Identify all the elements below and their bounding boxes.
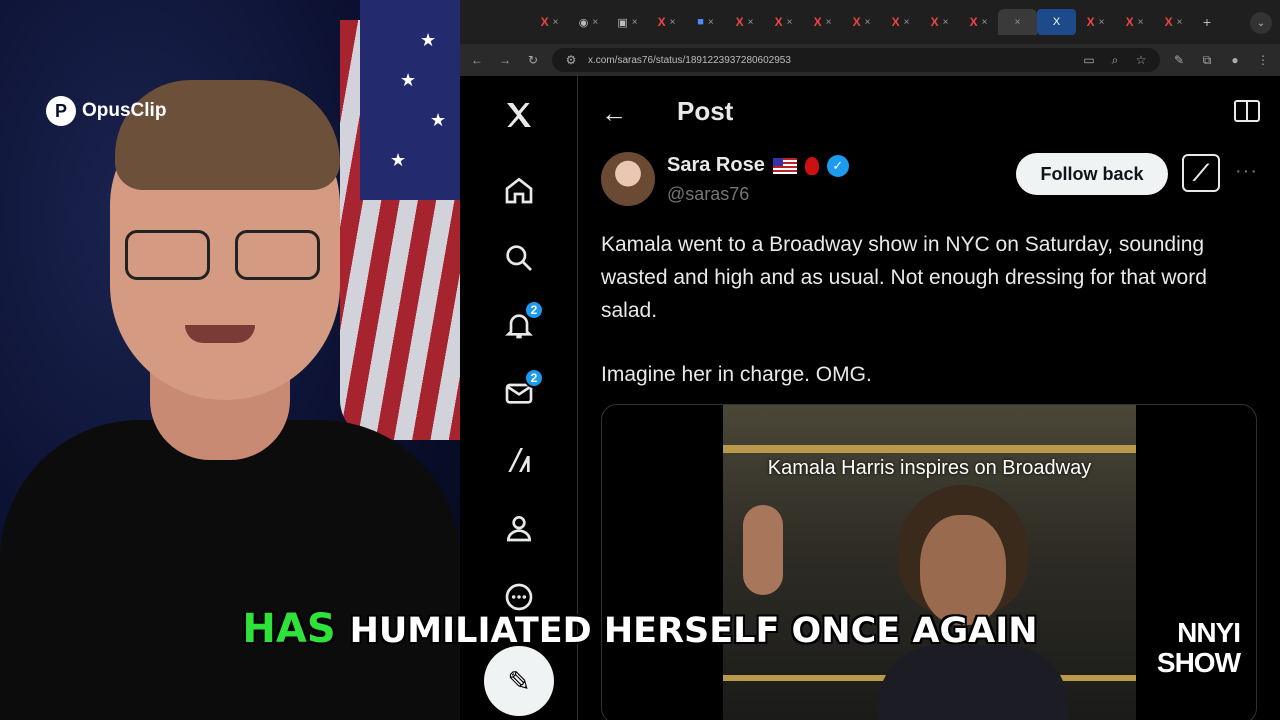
install-icon[interactable]: ▭ [1080,53,1098,67]
profile-person-icon[interactable] [500,509,538,547]
browser-tab[interactable]: ■ × [686,9,725,35]
url-text: x.com/saras76/status/1891223937280602953 [588,54,791,66]
follow-back-button[interactable]: Follow back [1016,153,1168,195]
post-text-paragraph: Imagine her in charge. OMG. [601,363,872,386]
caption-highlight: HAS [242,606,336,652]
extensions-puzzle-icon[interactable]: ⧉ [1198,53,1216,68]
browser-tab[interactable]: X × [959,9,998,35]
post-text-paragraph: Kamala went to a Broadway show in NYC on… [601,233,1207,322]
subtitle-caption: HAS HUMILIATED HERSELF ONCE AGAIN [0,606,1280,652]
tab-search-icon[interactable]: ⌄ [1250,12,1272,34]
browser-tab[interactable]: ▣ × [608,9,647,35]
author-name[interactable]: Sara Rose [667,154,765,177]
author-handle[interactable]: @saras76 [667,184,749,205]
more-options-button[interactable]: ··· [1235,160,1258,183]
video-caption: Kamala Harris inspires on Broadway [767,457,1092,479]
x-logo-icon[interactable] [500,96,538,134]
caption-text: HUMILIATED HERSELF ONCE AGAIN [349,611,1038,651]
verified-badge-icon: ✓ [826,154,849,177]
browser-tab[interactable]: X × [920,9,959,35]
author-name-row[interactable]: Sara Rose ✓ [667,154,849,177]
home-icon[interactable] [500,171,538,209]
browser-tab[interactable]: X × [530,9,569,35]
new-tab-button[interactable]: + [1193,14,1221,30]
grok-icon[interactable] [500,441,538,479]
grok-icon: ⟋ [1193,160,1209,185]
browser-tab[interactable]: X × [842,9,881,35]
address-bar[interactable]: ⚙ x.com/saras76/status/18912239372806029… [552,48,1160,72]
browser-tab[interactable]: X × [1154,9,1193,35]
grok-explain-button[interactable]: ⟋ [1182,154,1220,192]
opusclip-logo-icon: P [46,96,76,126]
browser-tab-selected[interactable]: X [1037,9,1076,35]
video-subject [878,485,1068,720]
browser-tab[interactable]: X × [725,9,764,35]
embedded-video[interactable]: Kamala Harris inspires on Broadway [723,405,1136,720]
opusclip-watermark: P OpusClip [46,96,166,126]
page-title: Post [677,96,734,126]
browser-tab[interactable]: ◉ × [569,9,608,35]
extension-icon[interactable]: ✎ [1170,53,1188,67]
browser-tab[interactable]: X × [1076,9,1115,35]
site-info-icon[interactable]: ⚙ [562,53,580,67]
browser-tab[interactable]: X × [803,9,842,35]
profile-icon[interactable]: ● [1226,53,1244,67]
search-icon[interactable] [500,239,538,277]
browser-tab[interactable]: X × [1115,9,1154,35]
messages-badge: 2 [524,368,544,388]
browser-menu-icon[interactable]: ⋮ [1254,53,1272,67]
notifications-badge: 2 [524,300,544,320]
avatar[interactable] [601,152,655,206]
browser-tab[interactable]: X × [764,9,803,35]
zoom-icon[interactable]: ⌕ [1106,53,1124,68]
brand-label: OpusClip [82,100,167,121]
forward-icon[interactable]: → [496,53,514,67]
rose-emoji-icon [804,156,819,175]
messages-envelope-icon[interactable]: 2 [500,368,544,412]
feather-plus-icon: ✎ [507,665,531,697]
back-arrow-icon[interactable]: ← [601,98,627,129]
browser-tab-active[interactable]: × [998,9,1037,35]
tab-strip: X × ◉ × ▣ × X × ■ × X × X × X × X × X × X × X × × X … [460,0,1280,44]
back-icon[interactable]: ← [468,53,486,67]
browser-tab[interactable]: X × [647,9,686,35]
browser-tab[interactable]: X × [881,9,920,35]
raised-hand [743,505,783,595]
browser-toolbar: ← → ↻ ⚙ x.com/saras76/status/18912239372… [460,44,1280,76]
reload-icon[interactable]: ↻ [524,53,542,67]
glasses [125,230,325,280]
bookmark-star-icon[interactable]: ☆ [1132,53,1150,67]
compose-post-button[interactable]: ✎ [484,646,554,716]
reader-mode-icon[interactable] [1234,100,1260,122]
us-flag-emoji-icon [772,157,797,174]
notifications-bell-icon[interactable]: 2 [500,300,544,344]
